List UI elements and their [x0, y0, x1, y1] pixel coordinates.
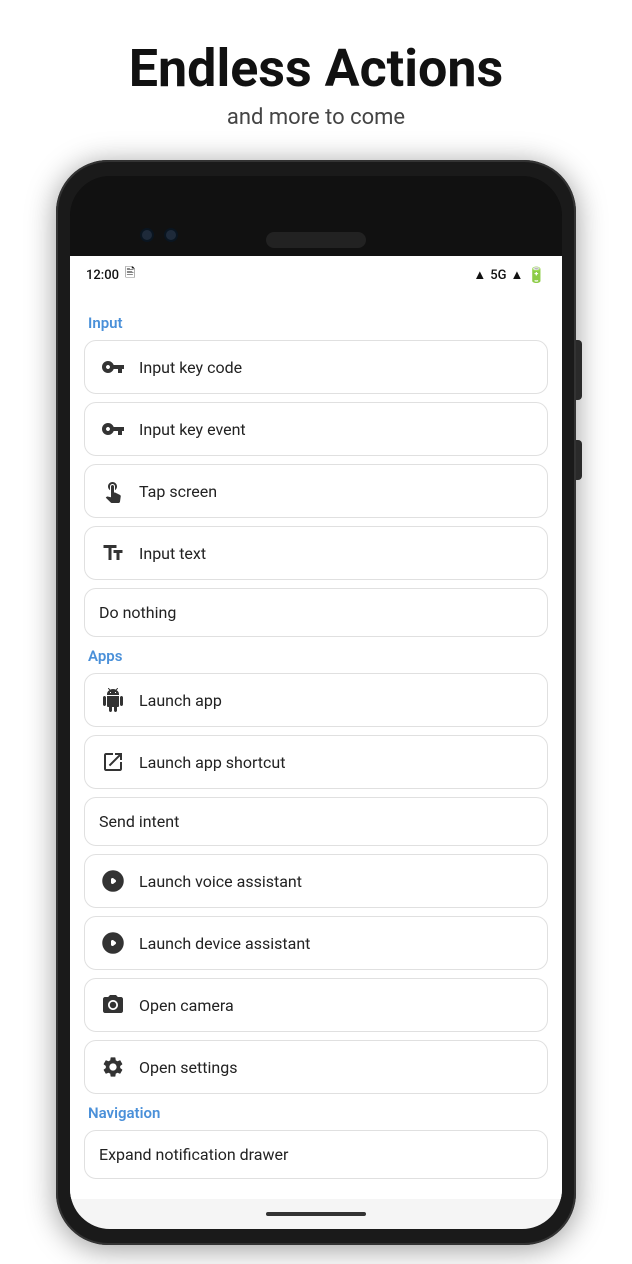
key-icon: [99, 353, 127, 381]
status-left: 12:00 🖹: [86, 264, 135, 286]
action-input-key-code-label: Input key code: [139, 358, 242, 377]
section-navigation: Navigation: [88, 1104, 548, 1122]
action-input-key-event[interactable]: Input key event: [84, 402, 548, 456]
status-time: 12:00: [86, 268, 119, 283]
camera-dot-right: [164, 228, 178, 242]
action-tap-screen[interactable]: Tap screen: [84, 464, 548, 518]
wifi-icon: ▲: [473, 267, 486, 283]
action-launch-voice-assistant[interactable]: Launch voice assistant: [84, 854, 548, 908]
phone-cameras: [140, 228, 178, 242]
text-icon: [99, 539, 127, 567]
sim-icon: 🖹: [125, 264, 135, 286]
phone-top-bar: [70, 176, 562, 256]
action-launch-app-shortcut[interactable]: Launch app shortcut: [84, 735, 548, 789]
action-launch-app-label: Launch app: [139, 691, 222, 710]
touch-icon: [99, 477, 127, 505]
action-input-key-event-label: Input key event: [139, 420, 246, 439]
action-expand-notification-drawer-label: Expand notification drawer: [99, 1145, 288, 1164]
action-launch-voice-assistant-label: Launch voice assistant: [139, 872, 302, 891]
section-apps: Apps: [88, 647, 548, 665]
camera-dot-left: [140, 228, 154, 242]
action-open-settings-label: Open settings: [139, 1058, 237, 1077]
status-right: ▲ 5G ▲ 🔋: [473, 266, 546, 284]
action-launch-device-assistant-label: Launch device assistant: [139, 934, 310, 953]
phone-bottom-bar: [70, 1199, 562, 1229]
network-type: 5G: [490, 268, 506, 283]
action-launch-app-shortcut-label: Launch app shortcut: [139, 753, 285, 772]
phone-wrapper: 12:00 🖹 ▲ 5G ▲ 🔋 Input: [56, 160, 576, 1245]
phone-inner: 12:00 🖹 ▲ 5G ▲ 🔋 Input: [70, 176, 562, 1229]
signal-bars-icon: ▲: [510, 267, 523, 283]
action-input-text[interactable]: Input text: [84, 526, 548, 580]
action-launch-app[interactable]: Launch app: [84, 673, 548, 727]
device-assistant-icon: [99, 929, 127, 957]
shortcut-icon: [99, 748, 127, 776]
action-launch-device-assistant[interactable]: Launch device assistant: [84, 916, 548, 970]
phone-screen: 12:00 🖹 ▲ 5G ▲ 🔋 Input: [70, 256, 562, 1199]
content-area: Input Input key code: [70, 292, 562, 1199]
voice-assistant-icon: [99, 867, 127, 895]
android-icon: [99, 686, 127, 714]
battery-icon: 🔋: [527, 266, 546, 284]
action-send-intent-label: Send intent: [99, 812, 179, 831]
action-open-settings[interactable]: Open settings: [84, 1040, 548, 1094]
page-title: Endless Actions: [129, 40, 503, 97]
status-bar: 12:00 🖹 ▲ 5G ▲ 🔋: [70, 256, 562, 292]
action-do-nothing[interactable]: Do nothing: [84, 588, 548, 637]
page-header: Endless Actions and more to come: [109, 0, 523, 150]
action-send-intent[interactable]: Send intent: [84, 797, 548, 846]
speaker: [266, 232, 366, 248]
settings-icon: [99, 1053, 127, 1081]
action-tap-screen-label: Tap screen: [139, 482, 217, 501]
action-do-nothing-label: Do nothing: [99, 603, 176, 622]
nav-pill: [266, 1212, 366, 1216]
action-expand-notification-drawer[interactable]: Expand notification drawer: [84, 1130, 548, 1179]
action-input-key-code[interactable]: Input key code: [84, 340, 548, 394]
camera-icon: [99, 991, 127, 1019]
action-open-camera[interactable]: Open camera: [84, 978, 548, 1032]
action-open-camera-label: Open camera: [139, 996, 234, 1015]
key-event-icon: [99, 415, 127, 443]
section-input: Input: [88, 314, 548, 332]
phone-outer: 12:00 🖹 ▲ 5G ▲ 🔋 Input: [56, 160, 576, 1245]
page-subtitle: and more to come: [129, 105, 503, 130]
action-input-text-label: Input text: [139, 544, 206, 563]
